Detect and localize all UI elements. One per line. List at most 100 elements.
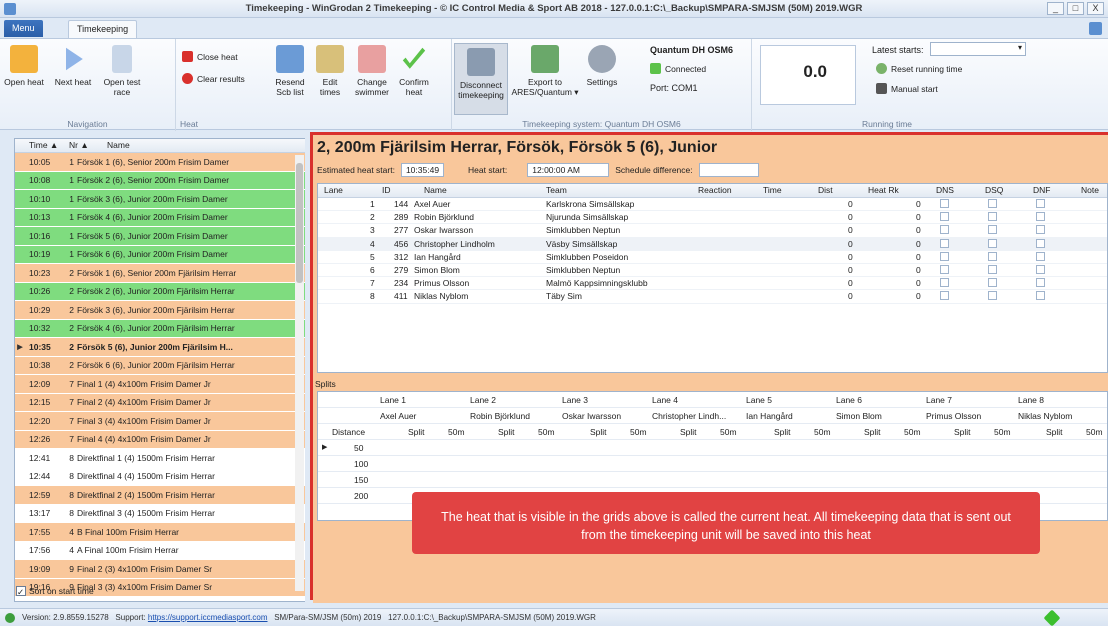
split-distance-row[interactable]: 100 — [318, 456, 1107, 472]
col-name[interactable]: Name — [101, 139, 130, 152]
help-icon[interactable] — [1089, 22, 1102, 35]
manual-start-button[interactable]: Manual start — [876, 83, 938, 94]
resend-scb-list-button[interactable]: Resend Scb list — [270, 45, 310, 97]
dnf-checkbox[interactable] — [1036, 264, 1045, 274]
heat-list-row[interactable]: 13:17 8 Direktfinal 3 (4) 1500m Frisim Her… — [15, 504, 305, 523]
maximize-button[interactable]: □ — [1067, 2, 1084, 15]
open-heat-button[interactable]: Open heat — [4, 45, 44, 87]
lane-col-header[interactable]: Team — [546, 185, 567, 195]
lane-row[interactable]: 2 289 Robin Björklund Njurunda Simsällskap 0… — [318, 211, 1107, 225]
heat-list-row[interactable]: ▶ 10:35 2 Försök 5 (6), Junior 200m Fjärils… — [15, 338, 305, 357]
heat-list-row[interactable]: 12:41 8 Direktfinal 1 (4) 1500m Frisim Her… — [15, 449, 305, 468]
schedule-difference-field[interactable] — [698, 163, 759, 177]
heat-list-row[interactable]: 10:29 2 Försök 3 (6), Junior 200m Fjärilsi… — [15, 301, 305, 320]
col-time[interactable]: Time ▲ — [15, 139, 63, 152]
reset-running-time-button[interactable]: Reset running time — [876, 63, 962, 74]
lane-row[interactable]: 4 456 Christopher Lindholm Väsby Simsällska… — [318, 237, 1107, 251]
dns-checkbox[interactable] — [940, 238, 949, 248]
disconnect-timekeeping-button[interactable]: Disconnect timekeeping — [454, 43, 508, 115]
lane-row[interactable]: 3 277 Oskar Iwarsson Simklubben Neptun 0 0 — [318, 224, 1107, 238]
lane-row[interactable]: 5 312 Ian Hangård Simklubben Poseidon 0 0 — [318, 251, 1107, 264]
heat-list-row[interactable]: 19:09 9 Final 2 (3) 4x100m Frisim Damer Sr — [15, 560, 305, 579]
dnf-checkbox[interactable] — [1036, 278, 1045, 288]
sort-on-start-time[interactable]: ✓ Sort on start time — [16, 586, 94, 597]
lane-row[interactable]: 6 279 Simon Blom Simklubben Neptun 0 0 — [318, 264, 1107, 278]
open-test-race-button[interactable]: Open test race — [102, 45, 142, 97]
dns-checkbox[interactable] — [940, 251, 949, 261]
heat-list-row[interactable]: 10:26 2 Försök 2 (6), Junior 200m Fjärilsi… — [15, 282, 305, 301]
dsq-checkbox[interactable] — [988, 199, 997, 208]
tab-menu[interactable]: Menu — [4, 20, 43, 37]
dns-checkbox[interactable] — [940, 225, 949, 235]
lane-col-header[interactable]: Dist — [818, 185, 833, 195]
lane-col-header[interactable]: DNF — [1033, 185, 1050, 195]
dsq-checkbox[interactable] — [988, 225, 997, 235]
split-distance-row[interactable]: 150 — [318, 472, 1107, 488]
dsq-checkbox[interactable] — [988, 238, 997, 248]
edit-times-button[interactable]: Edit times — [312, 45, 348, 97]
close-window-button[interactable]: X — [1087, 2, 1104, 15]
lane-col-header[interactable]: Note — [1081, 185, 1099, 195]
lane-col-header[interactable]: DSQ — [985, 185, 1003, 195]
sort-checkbox[interactable]: ✓ — [16, 586, 26, 597]
lane-col-header[interactable]: DNS — [936, 185, 954, 195]
lane-row[interactable]: 1 144 Axel Auer Karlskrona Simsällskap 0 0 — [318, 198, 1107, 212]
lane-col-header[interactable]: Name — [424, 185, 447, 195]
confirm-heat-button[interactable]: Confirm heat — [394, 45, 434, 97]
heat-list-scrollbar[interactable] — [295, 155, 304, 591]
dnf-checkbox[interactable] — [1036, 251, 1045, 261]
dnf-checkbox[interactable] — [1036, 199, 1045, 208]
heat-list-row[interactable]: 10:13 1 Försök 4 (6), Junior 200m Frisim D… — [15, 208, 305, 227]
heat-list-row[interactable]: 10:05 1 Försök 1 (6), Senior 200m Frisim D… — [15, 153, 305, 172]
dns-checkbox[interactable] — [940, 278, 949, 288]
heat-list-row[interactable]: 17:55 4 B Final 100m Frisim Herrar — [15, 523, 305, 542]
scroll-thumb[interactable] — [296, 163, 303, 283]
dnf-checkbox[interactable] — [1036, 291, 1045, 301]
heat-list-row[interactable]: 17:56 4 A Final 100m Frisim Herrar — [15, 541, 305, 560]
dns-checkbox[interactable] — [940, 264, 949, 274]
heat-list-row[interactable]: 10:19 1 Försök 6 (6), Junior 200m Frisim D… — [15, 245, 305, 264]
heat-list-row[interactable]: 12:44 8 Direktfinal 4 (4) 1500m Frisim Her… — [15, 467, 305, 486]
close-heat-button[interactable]: Close heat — [182, 51, 238, 62]
heat-list-row[interactable]: 12:15 7 Final 2 (4) 4x100m Frisim Damer Jr — [15, 393, 305, 412]
heat-list-row[interactable]: 12:20 7 Final 3 (4) 4x100m Frisim Damer Jr — [15, 412, 305, 431]
dnf-checkbox[interactable] — [1036, 225, 1045, 235]
lane-col-header[interactable]: Reaction — [698, 185, 732, 195]
dsq-checkbox[interactable] — [988, 264, 997, 274]
est-start-field[interactable]: 10:35:49 — [400, 163, 445, 177]
dns-checkbox[interactable] — [940, 291, 949, 301]
lane-col-header[interactable]: Lane — [324, 185, 343, 195]
lane-col-header[interactable]: ID — [382, 185, 391, 195]
dsq-checkbox[interactable] — [988, 251, 997, 261]
heat-list-row[interactable]: 10:32 2 Försök 4 (6), Junior 200m Fjärilsi… — [15, 319, 305, 338]
lane-row[interactable]: 8 411 Niklas Nyblom Täby Sim 0 0 — [318, 290, 1107, 304]
tab-timekeeping[interactable]: Timekeeping — [68, 20, 138, 38]
heat-list-row[interactable]: 10:16 1 Försök 5 (6), Junior 200m Frisim D… — [15, 227, 305, 246]
heat-start-field[interactable]: 12:00:00 AM — [527, 163, 610, 177]
split-distance-row[interactable]: ▶ 50 — [318, 440, 1107, 456]
dsq-checkbox[interactable] — [988, 212, 997, 222]
col-nr[interactable]: Nr ▲ — [63, 139, 101, 152]
dsq-checkbox[interactable] — [988, 291, 997, 301]
dnf-checkbox[interactable] — [1036, 212, 1045, 222]
heat-list-row[interactable]: 10:10 1 Försök 3 (6), Junior 200m Frisim D… — [15, 190, 305, 209]
clear-results-button[interactable]: Clear results — [182, 73, 245, 84]
latest-starts-dropdown[interactable]: ▾ — [930, 42, 1026, 56]
heat-list-row[interactable]: 12:59 8 Direktfinal 2 (4) 1500m Frisim Her… — [15, 486, 305, 505]
minimize-button[interactable]: _ — [1047, 2, 1064, 15]
settings-button[interactable]: Settings — [582, 45, 622, 87]
heat-list-row[interactable]: 12:09 7 Final 1 (4) 4x100m Frisim Damer Jr — [15, 375, 305, 394]
heat-list-row[interactable]: 10:23 2 Försök 1 (6), Senior 200m Fjärilsi… — [15, 264, 305, 283]
heat-list-row[interactable]: 10:08 1 Försök 2 (6), Senior 200m Frisim D… — [15, 171, 305, 190]
change-swimmer-button[interactable]: Change swimmer — [352, 45, 392, 97]
lane-col-header[interactable]: Time — [763, 185, 782, 195]
dns-checkbox[interactable] — [940, 212, 949, 222]
export-button[interactable]: Export to ARES/Quantum ▾ — [510, 45, 580, 97]
lane-col-header[interactable]: Heat Rk — [868, 185, 899, 195]
dsq-checkbox[interactable] — [988, 278, 997, 288]
support-link[interactable]: https://support.iccmediasport.com — [148, 613, 268, 622]
dnf-checkbox[interactable] — [1036, 238, 1045, 248]
dns-checkbox[interactable] — [940, 199, 949, 208]
lane-row[interactable]: 7 234 Primus Olsson Malmö Kappsimningsklubb… — [318, 277, 1107, 291]
next-heat-button[interactable]: Next heat — [50, 45, 96, 87]
